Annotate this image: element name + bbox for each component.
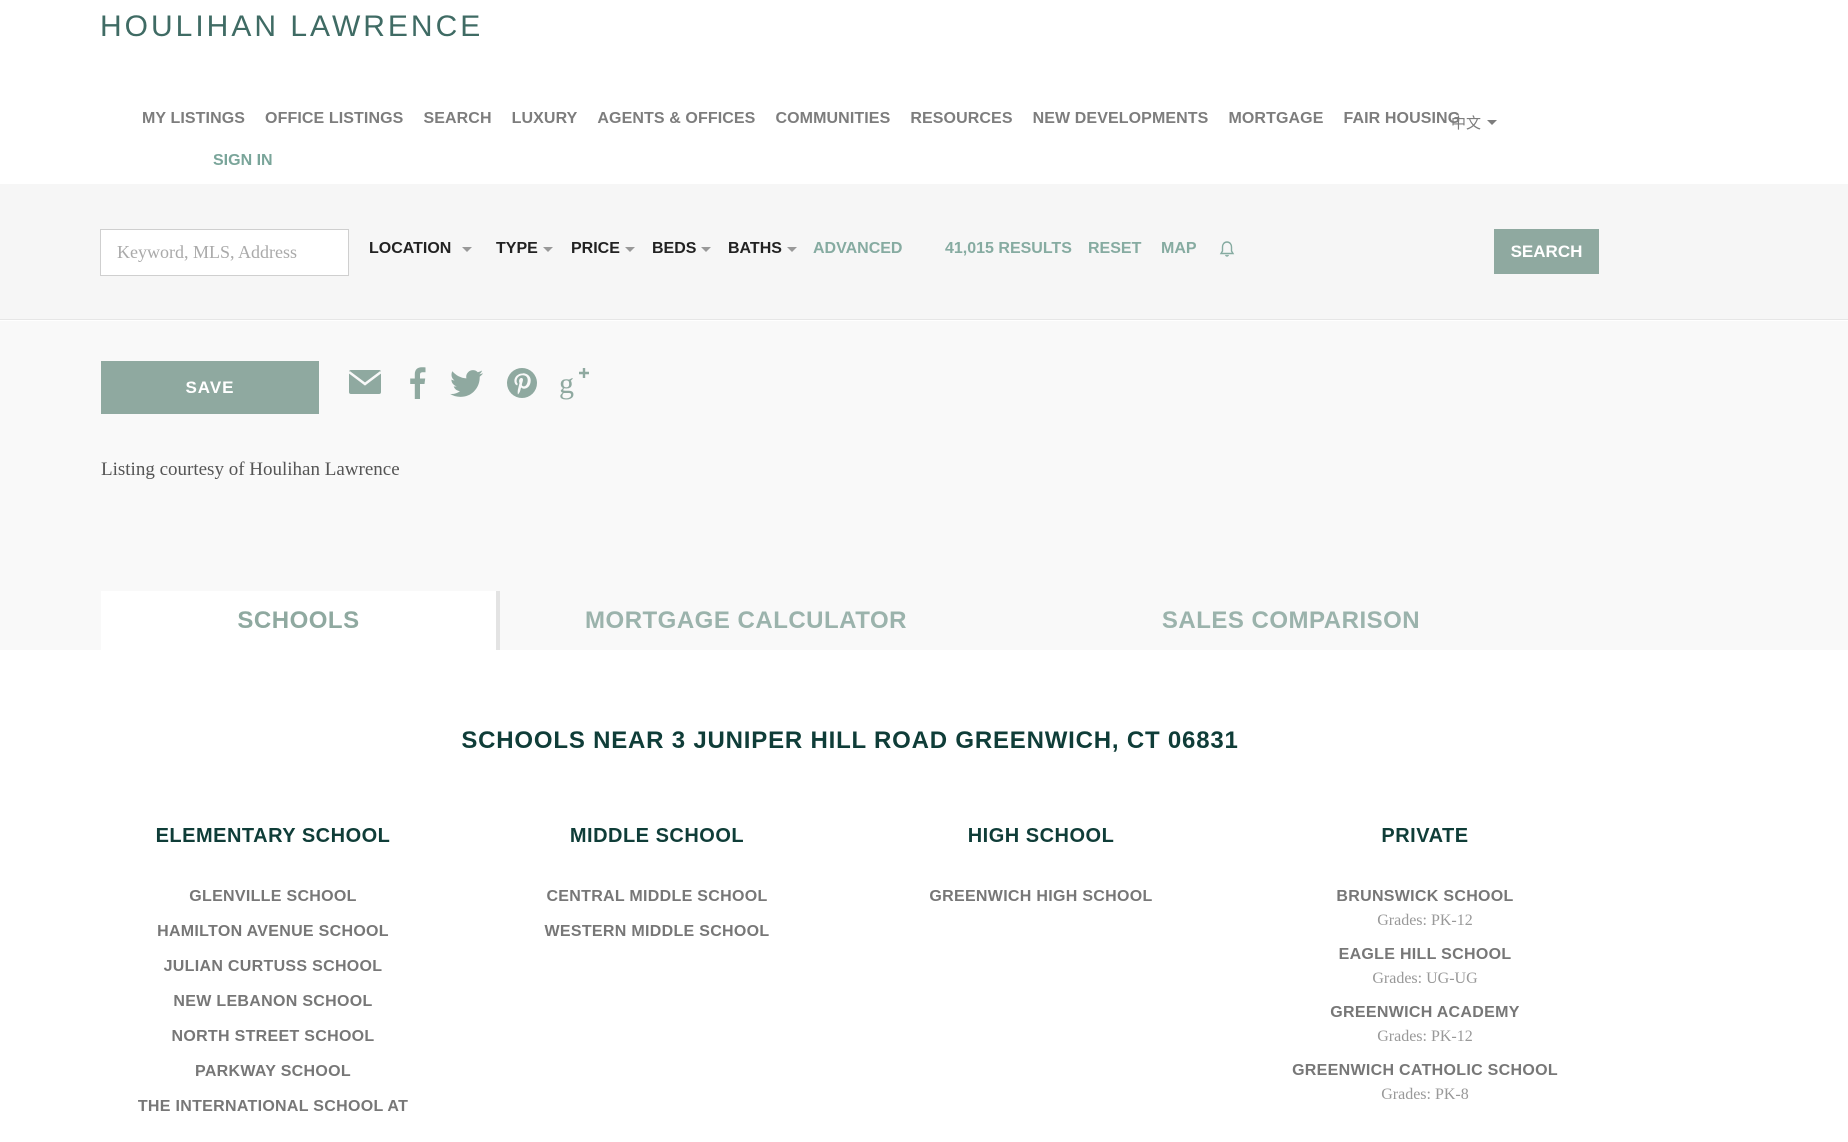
svg-text:g: g [559,367,574,400]
nav-new-developments[interactable]: NEW DEVELOPMENTS [1033,110,1209,128]
school-link[interactable]: GREENWICH ACADEMY [1265,1004,1585,1022]
advanced-search-link[interactable]: ADVANCED [813,240,902,258]
nav-my-listings[interactable]: MY LISTINGS [142,110,245,128]
price-filter[interactable]: PRICE [571,240,635,258]
envelope-icon[interactable] [348,369,382,400]
school-grades: Grades: UG-UG [1372,970,1478,987]
nav-resources[interactable]: RESOURCES [910,110,1012,128]
private-school-item: GREENWICH CATHOLIC SCHOOL Grades: PK-8 [1265,1062,1585,1104]
language-label: 中文 [1451,115,1482,132]
nav-search[interactable]: SEARCH [423,110,491,128]
brand-logo[interactable]: HOULIHAN LAWRENCE [100,10,483,44]
private-school-column: PRIVATE BRUNSWICK SCHOOL Grades: PK-12 E… [1265,825,1585,1120]
twitter-icon[interactable] [450,370,484,403]
chevron-down-icon [701,246,712,252]
chevron-down-icon [624,246,635,252]
chevron-down-icon [1487,120,1498,125]
nav-office-listings[interactable]: OFFICE LISTINGS [265,110,403,128]
beds-filter-label: BEDS [652,240,697,257]
school-link[interactable]: EAGLE HILL SCHOOL [1265,946,1585,964]
school-link[interactable]: GREENWICH HIGH SCHOOL [881,888,1201,906]
location-filter[interactable]: LOCATION [369,240,473,258]
middle-school-heading: MIDDLE SCHOOL [569,825,745,847]
tab-sales-comparison[interactable]: SALES COMPARISON [1161,591,1421,650]
main-nav: MY LISTINGS OFFICE LISTINGS SEARCH LUXUR… [142,110,1480,128]
facebook-icon[interactable] [408,365,426,404]
search-bar: LOCATION TYPE PRICE BEDS BATHS ADVANCED … [0,184,1848,320]
bell-icon[interactable] [1219,240,1235,263]
school-link[interactable]: CENTRAL MIDDLE SCHOOL [497,888,817,906]
private-school-heading: PRIVATE [1381,825,1469,847]
tab-mortgage-calculator[interactable]: MORTGAGE CALCULATOR [581,591,911,650]
chevron-down-icon [462,246,473,252]
location-filter-label: LOCATION [369,240,452,257]
school-link[interactable]: JULIAN CURTUSS SCHOOL [113,958,433,976]
private-school-item: BRUNSWICK SCHOOL Grades: PK-12 [1265,888,1585,930]
nav-communities[interactable]: COMMUNITIES [775,110,890,128]
save-listing-button[interactable]: SAVE [101,361,319,414]
elementary-school-column: ELEMENTARY SCHOOL GLENVILLE SCHOOL HAMIL… [113,825,433,1133]
school-grades: Grades: PK-8 [1381,1086,1469,1103]
school-link[interactable]: NORTH STREET SCHOOL [113,1028,433,1046]
nav-mortgage[interactable]: MORTGAGE [1228,110,1323,128]
sign-in-link[interactable]: SIGN IN [213,152,273,170]
school-link[interactable]: THE INTERNATIONAL SCHOOL AT [113,1098,433,1116]
baths-filter[interactable]: BATHS [728,240,797,258]
detail-tabs: SCHOOLS MORTGAGE CALCULATOR SALES COMPAR… [101,591,1601,650]
school-link[interactable]: GREENWICH CATHOLIC SCHOOL [1265,1062,1585,1080]
high-school-column: HIGH SCHOOL GREENWICH HIGH SCHOOL [881,825,1201,923]
high-school-heading: HIGH SCHOOL [967,825,1115,847]
school-grades: Grades: PK-12 [1377,912,1473,929]
language-dropdown[interactable]: 中文 [1451,112,1498,133]
nav-agents-offices[interactable]: AGENTS & OFFICES [597,110,755,128]
map-link[interactable]: MAP [1161,240,1197,258]
chevron-down-icon [542,246,553,252]
beds-filter[interactable]: BEDS [652,240,712,258]
google-plus-icon[interactable]: g [558,365,594,406]
baths-filter-label: BATHS [728,240,782,257]
elementary-school-heading: ELEMENTARY SCHOOL [155,825,391,847]
chevron-down-icon [786,246,797,252]
type-filter-label: TYPE [496,240,538,257]
type-filter[interactable]: TYPE [496,240,553,258]
listing-courtesy: Listing courtesy of Houlihan Lawrence [101,459,400,480]
school-link[interactable]: WESTERN MIDDLE SCHOOL [497,923,817,941]
schools-title: SCHOOLS NEAR 3 JUNIPER HILL ROAD GREENWI… [461,727,1239,754]
school-link[interactable]: NEW LEBANON SCHOOL [113,993,433,1011]
school-link[interactable]: HAMILTON AVENUE SCHOOL [113,923,433,941]
price-filter-label: PRICE [571,240,620,257]
school-grades: Grades: PK-12 [1377,1028,1473,1045]
private-school-item: EAGLE HILL SCHOOL Grades: UG-UG [1265,946,1585,988]
school-link[interactable]: PARKWAY SCHOOL [113,1063,433,1081]
school-link[interactable]: GLENVILLE SCHOOL [113,888,433,906]
school-link[interactable]: BRUNSWICK SCHOOL [1265,888,1585,906]
results-count: 41,015 RESULTS [945,240,1072,257]
middle-school-column: MIDDLE SCHOOL CENTRAL MIDDLE SCHOOL WEST… [497,825,817,958]
nav-luxury[interactable]: LUXURY [512,110,578,128]
reset-link[interactable]: RESET [1088,240,1141,258]
tab-schools[interactable]: SCHOOLS [101,591,500,650]
pinterest-icon[interactable] [506,367,538,404]
keyword-search-input[interactable] [100,229,349,276]
private-school-item: GREENWICH ACADEMY Grades: PK-12 [1265,1004,1585,1046]
nav-fair-housing[interactable]: FAIR HOUSING [1343,110,1460,128]
search-button[interactable]: SEARCH [1494,229,1599,274]
